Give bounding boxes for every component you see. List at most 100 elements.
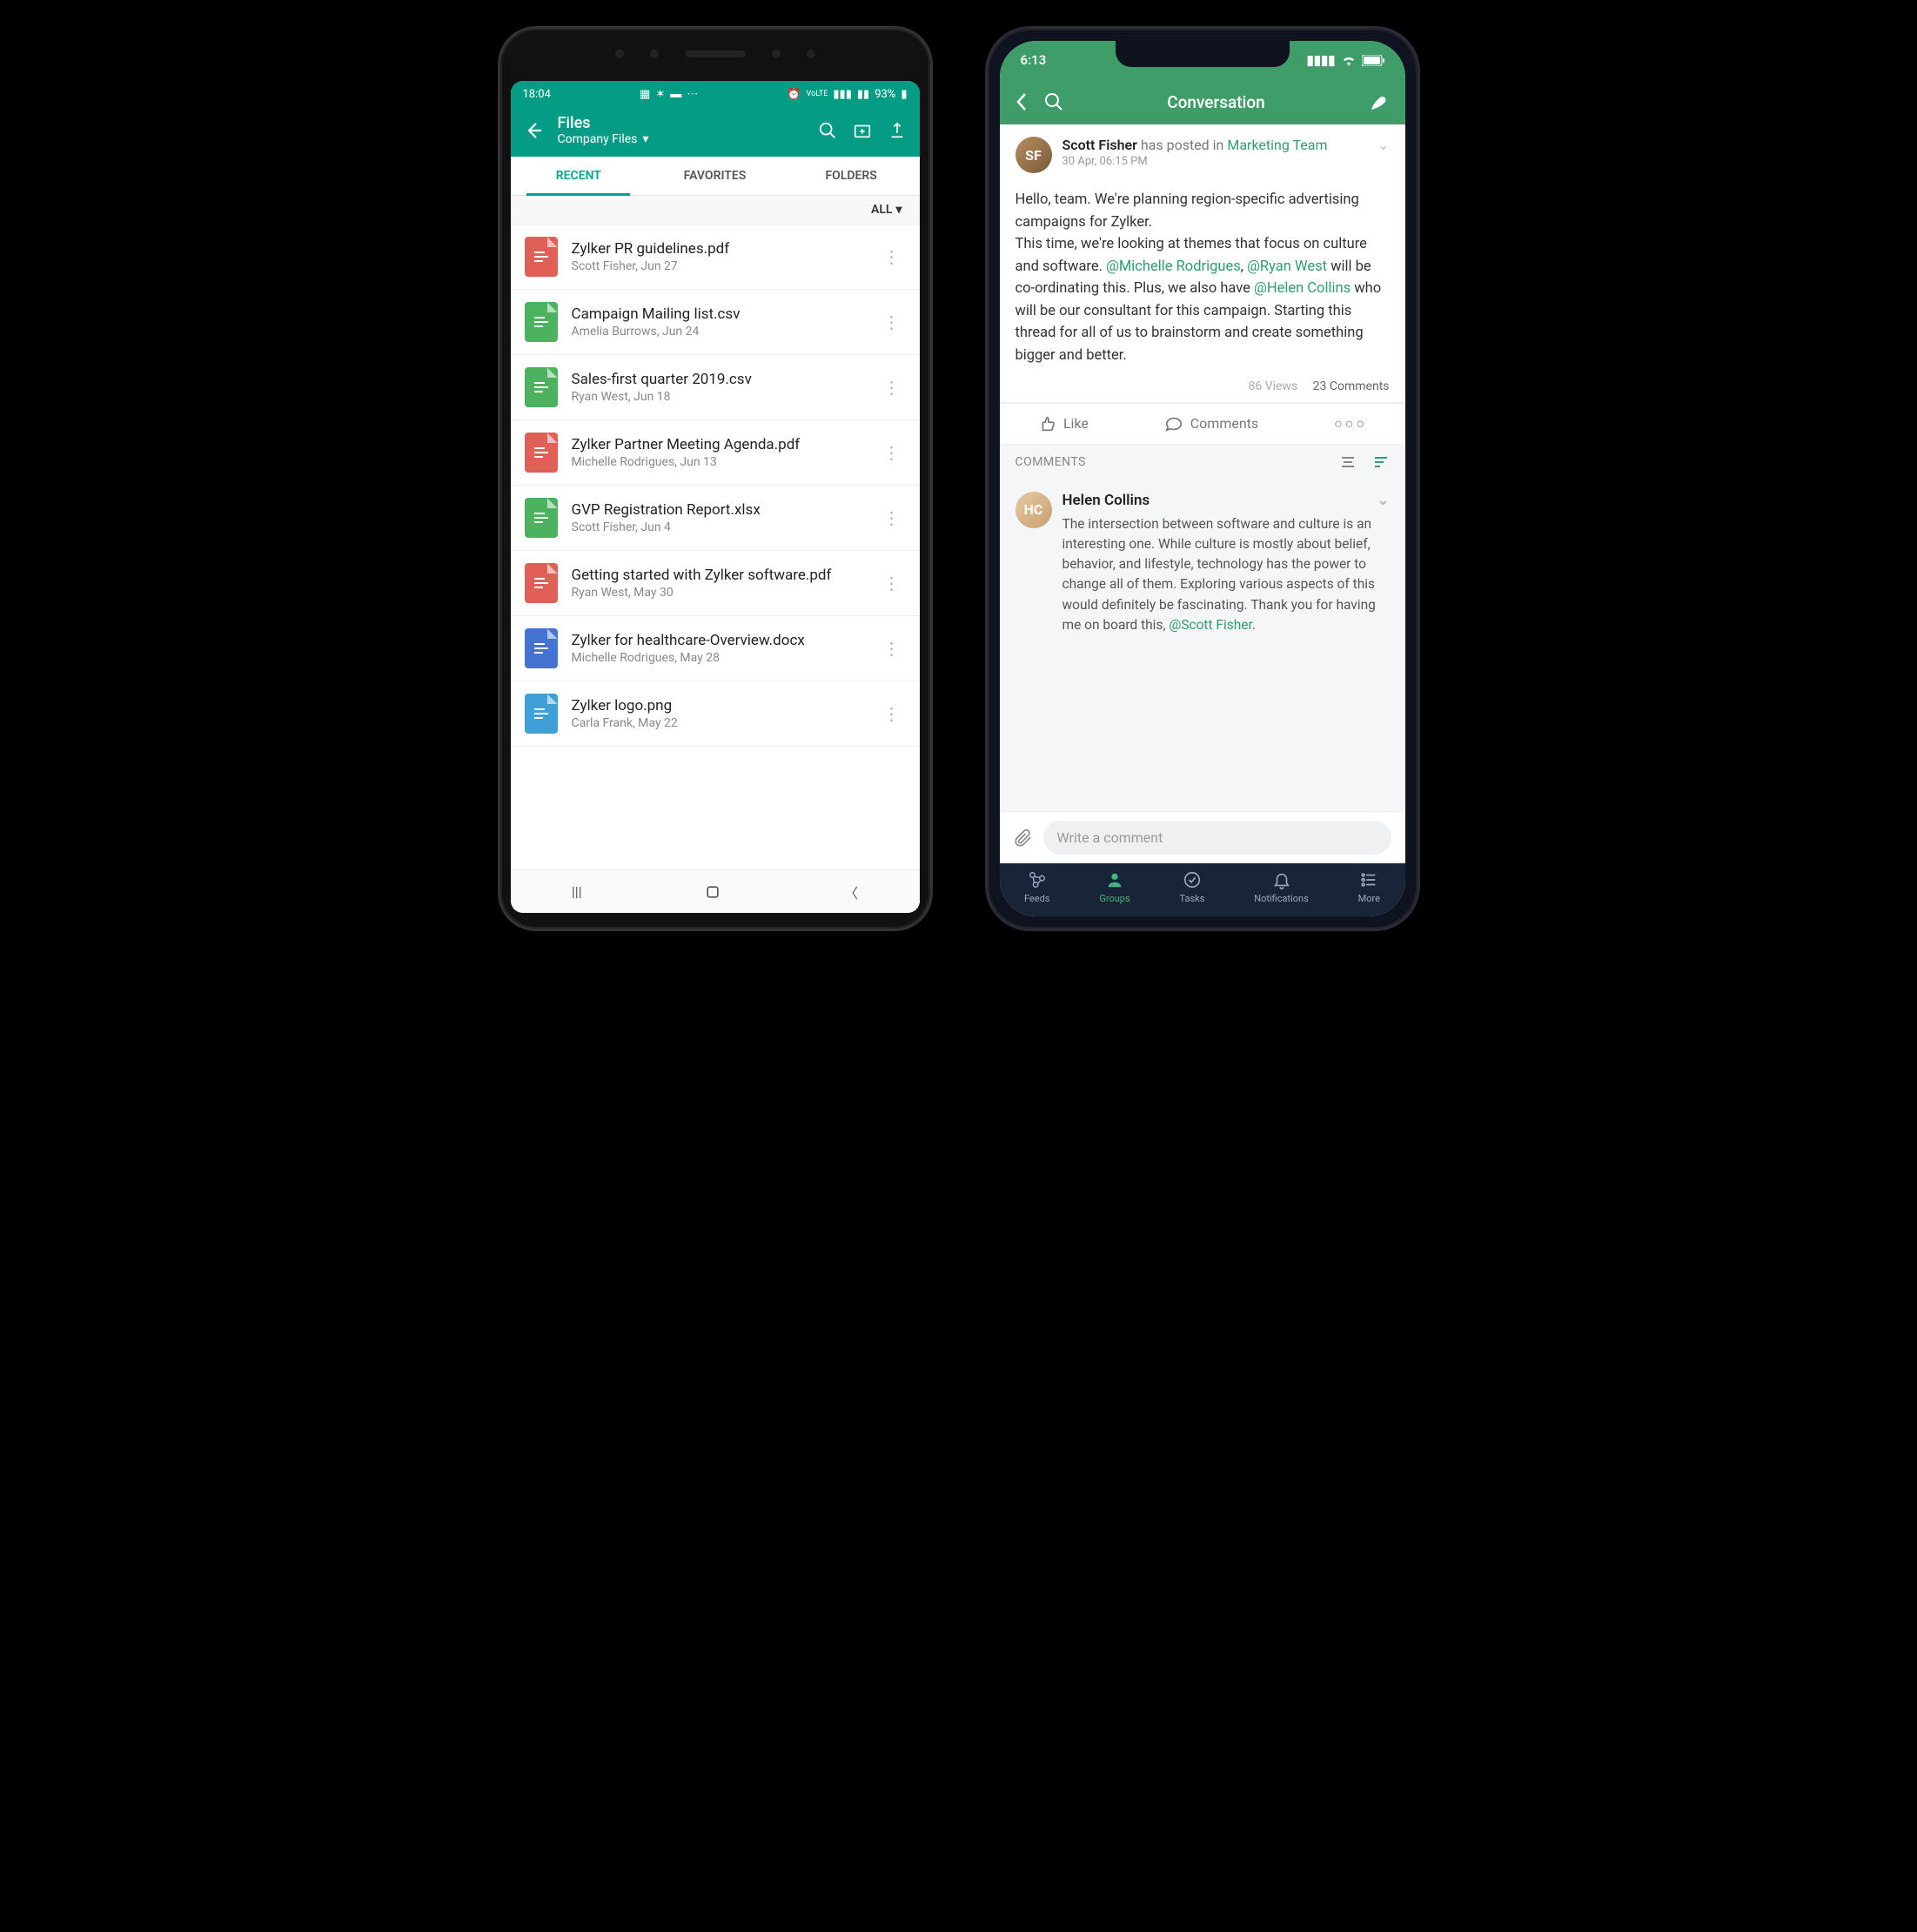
nav-more[interactable]: More	[1358, 870, 1380, 904]
mention[interactable]: @Ryan West	[1247, 258, 1327, 275]
back-nav-icon[interactable]: 〈	[844, 882, 858, 902]
sort-icon[interactable]	[1372, 455, 1390, 469]
status-icon: ✶	[655, 88, 665, 101]
file-name: Zylker logo.png	[572, 697, 864, 714]
file-type-icon	[525, 694, 558, 734]
kebab-icon[interactable]: ⋮	[878, 703, 906, 724]
header-title: Files	[558, 114, 803, 132]
tasks-icon	[1183, 870, 1202, 889]
file-row[interactable]: Zylker logo.png Carla Frank, May 22 ⋮	[511, 681, 920, 747]
file-row[interactable]: GVP Registration Report.xlsx Scott Fishe…	[511, 486, 920, 551]
file-row[interactable]: Campaign Mailing list.csv Amelia Burrows…	[511, 290, 920, 355]
kebab-icon[interactable]: ⋮	[878, 312, 906, 332]
status-time: 18:04	[523, 88, 551, 101]
new-folder-icon[interactable]	[852, 120, 873, 141]
avatar[interactable]: SF	[1015, 137, 1052, 173]
comments-header: COMMENTS	[1000, 445, 1405, 480]
comment-body: The intersection between software and cu…	[1062, 514, 1390, 636]
file-meta: Carla Frank, May 22	[572, 716, 864, 730]
android-phone-frame: 18:04 ▦ ✶ ▬ ⋯ ⏰ VoLTE ▮▮▮ ▮▮ 93% ▮ Files	[498, 26, 933, 931]
file-meta: Michelle Rodrigues, May 28	[572, 651, 864, 665]
upload-icon[interactable]	[887, 120, 908, 141]
file-name: Sales-first quarter 2019.csv	[572, 371, 864, 388]
app-header: Conversation	[1000, 79, 1405, 124]
nav-groups[interactable]: Groups	[1099, 870, 1129, 904]
filter-dropdown[interactable]: ALL ▾	[511, 196, 920, 225]
kebab-icon[interactable]: ⋮	[878, 638, 906, 659]
nav-tasks[interactable]: Tasks	[1180, 870, 1205, 904]
file-name: Zylker Partner Meeting Agenda.pdf	[572, 436, 864, 453]
compose-icon[interactable]	[1369, 91, 1390, 112]
avatar[interactable]: HC	[1015, 492, 1052, 528]
bell-icon	[1272, 870, 1291, 889]
mention[interactable]: @Scott Fisher	[1169, 617, 1251, 633]
tab-folders[interactable]: FOLDERS	[783, 157, 920, 195]
kebab-icon[interactable]: ⋮	[878, 246, 906, 267]
more-icon: ⋯	[687, 88, 698, 101]
home-nav-icon[interactable]	[704, 883, 721, 901]
file-list[interactable]: Zylker PR guidelines.pdf Scott Fisher, J…	[511, 225, 920, 869]
file-row[interactable]: Zylker for healthcare-Overview.docx Mich…	[511, 616, 920, 681]
like-button[interactable]: Like	[1037, 414, 1089, 433]
file-type-icon	[525, 628, 558, 668]
nav-notifications[interactable]: Notifications	[1254, 870, 1309, 904]
status-icon: ▦	[640, 88, 650, 101]
header-subtitle-dropdown[interactable]: Company Files ▾	[558, 132, 803, 146]
chevron-down-icon: ▾	[642, 132, 648, 146]
kebab-icon[interactable]: ⋮	[878, 507, 906, 528]
group-link[interactable]: Marketing Team	[1227, 137, 1327, 153]
search-icon[interactable]	[817, 120, 838, 141]
views-count: 86 Views	[1248, 379, 1297, 393]
file-type-icon	[525, 498, 558, 538]
recents-nav-icon[interactable]: |||	[572, 883, 582, 900]
attach-icon[interactable]	[1014, 828, 1033, 848]
file-meta: Amelia Burrows, Jun 24	[572, 325, 864, 339]
file-row[interactable]: Zylker Partner Meeting Agenda.pdf Michel…	[511, 420, 920, 486]
comments-count[interactable]: 23 Comments	[1313, 379, 1390, 393]
chevron-down-icon[interactable]: ⌄	[1377, 492, 1389, 509]
post-body: Hello, team. We're planning region-speci…	[1015, 189, 1390, 367]
chat-icon: ▬	[670, 87, 681, 101]
mention[interactable]: @Helen Collins	[1254, 280, 1351, 297]
signal-icon: ▮▮▮▮	[1306, 52, 1335, 68]
android-status-bar: 18:04 ▦ ✶ ▬ ⋯ ⏰ VoLTE ▮▮▮ ▮▮ 93% ▮	[511, 81, 920, 107]
file-type-icon	[525, 433, 558, 473]
kebab-icon[interactable]: ⋮	[878, 377, 906, 398]
kebab-icon[interactable]: ⋮	[878, 573, 906, 594]
file-meta: Michelle Rodrigues, Jun 13	[572, 455, 864, 469]
back-icon[interactable]	[1015, 92, 1028, 111]
file-meta: Scott Fisher, Jun 27	[572, 259, 864, 273]
kebab-icon[interactable]: ⋮	[878, 442, 906, 463]
tab-favorites[interactable]: FAVORITES	[647, 157, 783, 195]
battery-icon	[1362, 55, 1384, 66]
file-type-icon	[525, 237, 558, 277]
file-name: Getting started with Zylker software.pdf	[572, 567, 864, 584]
file-row[interactable]: Sales-first quarter 2019.csv Ryan West, …	[511, 355, 920, 420]
comment-input[interactable]: Write a comment	[1043, 821, 1391, 855]
feeds-icon	[1028, 870, 1047, 889]
file-row[interactable]: Zylker PR guidelines.pdf Scott Fisher, J…	[511, 225, 920, 290]
battery-icon: ▮	[901, 88, 907, 101]
chevron-down-icon: ▾	[895, 203, 902, 217]
comment-author: Helen Collins	[1062, 492, 1150, 509]
search-icon[interactable]	[1043, 91, 1064, 112]
more-button[interactable]: ○○○	[1334, 415, 1367, 433]
tab-recent[interactable]: RECENT	[511, 157, 647, 195]
back-icon[interactable]	[523, 120, 544, 141]
lte-icon: VoLTE	[807, 90, 828, 98]
battery-text: 93%	[875, 88, 895, 101]
file-row[interactable]: Getting started with Zylker software.pdf…	[511, 551, 920, 616]
chevron-down-icon[interactable]: ⌄	[1377, 137, 1389, 153]
mention[interactable]: @Michelle Rodrigues	[1106, 258, 1241, 275]
comment-input-bar: Write a comment	[1000, 811, 1405, 863]
comments-button[interactable]: Comments	[1164, 414, 1258, 433]
nav-feeds[interactable]: Feeds	[1024, 870, 1050, 904]
file-type-icon	[525, 367, 558, 407]
bottom-nav: Feeds Groups Tasks Notifications More	[1000, 863, 1405, 916]
file-name: GVP Registration Report.xlsx	[572, 501, 864, 519]
file-type-icon	[525, 563, 558, 603]
file-name: Zylker PR guidelines.pdf	[572, 240, 864, 258]
collapse-icon[interactable]	[1339, 455, 1357, 469]
app-header: Files Company Files ▾	[511, 107, 920, 157]
file-meta: Ryan West, May 30	[572, 586, 864, 600]
